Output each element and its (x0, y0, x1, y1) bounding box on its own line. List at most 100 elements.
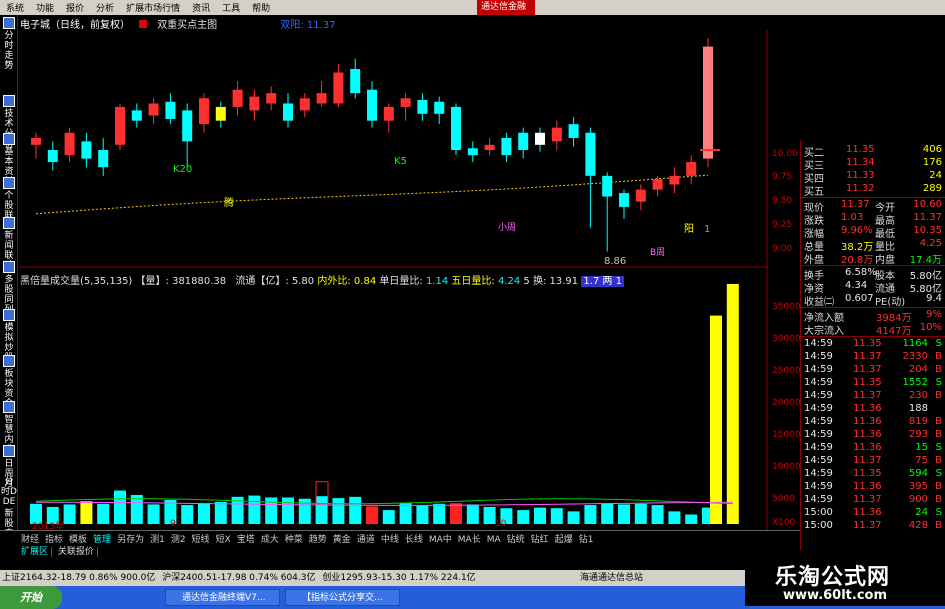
site-watermark: 乐淘公式网 www.60lt.com (745, 556, 945, 606)
candle-body (333, 72, 344, 104)
tick-side: S (935, 377, 942, 388)
menu-analysis[interactable]: 分析 (90, 1, 120, 14)
indicator-tab[interactable]: 测1 (147, 535, 168, 545)
indicator-tab[interactable]: 钻1 (576, 535, 597, 545)
calendar-icon (3, 445, 15, 457)
indicator-tab[interactable]: 黄金 (330, 535, 354, 545)
candle-body (148, 103, 159, 116)
indicator-tab[interactable]: MA长 (455, 535, 484, 545)
watermark-title: 乐淘公式网 (775, 565, 891, 590)
volume-indicator-name[interactable]: 黑倍量成交量(5,35,135) (20, 276, 132, 287)
quote-separator (801, 336, 945, 337)
tick-volume: 1164 (902, 338, 928, 349)
price-chart[interactable]: K20 K5 腾 8.86 小周 B周 阳 1 (20, 30, 768, 268)
volume-axis-unit: X100 (772, 518, 796, 528)
bid-row: 买二 11.35 406 (801, 144, 945, 159)
candle-body (518, 132, 529, 150)
volume-axis-label: 25000 (772, 366, 801, 376)
label-one: 1 (704, 224, 710, 235)
indicator-tab[interactable]: 宝塔 (234, 535, 258, 545)
left-tab-dde[interactable]: 分时DDE (1, 477, 17, 507)
stat2-label: 收益㈡ (804, 297, 834, 308)
left-tab-label: 分时走势 (4, 31, 14, 71)
bulb-icon (3, 401, 15, 413)
indicator-tab[interactable]: MA (484, 535, 504, 545)
tick-side: S (935, 338, 942, 349)
flow-label: 大宗流入 (804, 326, 844, 337)
tick-price: 11.37 (853, 390, 882, 401)
indicator-tab[interactable]: 短X (213, 535, 234, 545)
stat-value: 1.03 (841, 212, 864, 223)
tick-side: B (935, 416, 942, 427)
app-window: 系统 功能 报价 分析 扩展市场行情 资讯 工具 帮助 通达信金融 分时走势 技… (0, 0, 945, 609)
indicator-tab[interactable]: MA中 (426, 535, 455, 545)
indicator-tab[interactable]: 趋势 (306, 535, 330, 545)
label-xiaozhou: 小周 (498, 222, 516, 233)
tick-time: 14:59 (804, 364, 833, 375)
stat2-row: 换手 6.58% 股本 5.80亿 (801, 267, 945, 282)
tick-row: 14:59 11.35 1164 S (801, 338, 945, 351)
tick-price: 11.37 (853, 351, 882, 362)
task-tdx[interactable]: 通达信金融终端V7... (165, 589, 280, 606)
left-tab-label: 分时DDE (1, 477, 17, 507)
candle-body (535, 132, 545, 145)
candle-body (619, 193, 629, 207)
indicator-tab[interactable]: 测2 (168, 535, 189, 545)
candle-body (182, 110, 193, 142)
tick-volume: 900 (908, 494, 928, 505)
menu-function[interactable]: 功能 (30, 1, 60, 14)
bottom-tab-bar: 财经 指标 模板 管理 另存为 测1 测2 短线 短X 宝塔 成大 种菜 趋势 黄金 通道 中线 长线 MA中 MA… (0, 530, 800, 557)
tick-price: 11.36 (853, 403, 882, 414)
tick-time: 14:59 (804, 351, 833, 362)
stat-row: 涨幅 9.96% 最低 10.35 (801, 225, 945, 240)
tick-price: 11.37 (853, 364, 882, 375)
label-low-price: 8.86 (604, 256, 626, 267)
server-name[interactable]: 海通通达信总站 (580, 570, 643, 586)
extension-tabs: 扩展区 关联报价 (18, 544, 98, 557)
menu-system[interactable]: 系统 (0, 1, 30, 14)
candle-body (31, 137, 41, 145)
menu-help[interactable]: 帮助 (246, 1, 276, 14)
volume-axis-label: 35000 (772, 302, 801, 312)
tab-related-quote[interactable]: 关联报价 (54, 547, 98, 557)
indicator-tab[interactable]: 钻统 (504, 535, 528, 545)
candle-body (383, 106, 394, 121)
stat-value: 10.60 (913, 199, 942, 210)
volume-chart[interactable] (20, 268, 768, 530)
stat-value: 17.4万 (909, 255, 942, 266)
volume-axis-label: 10000 (772, 462, 801, 472)
candle-body (551, 127, 562, 142)
indicator-tab[interactable]: 另存为 (114, 535, 147, 545)
label-yang: 阳 (684, 223, 694, 235)
bid-volume: 176 (922, 157, 942, 168)
menu-quote[interactable]: 报价 (60, 1, 90, 14)
single-day-ratio-value: 1.14 (425, 276, 449, 287)
chart-icon (3, 17, 15, 29)
indicator-tab[interactable]: 中线 (378, 535, 402, 545)
stat-value: 4.25 (919, 238, 942, 249)
tick-price: 11.36 (853, 416, 882, 427)
indicator-tab[interactable]: 通道 (354, 535, 378, 545)
left-tab-timeshare[interactable]: 分时走势 (1, 17, 17, 71)
indicator-tab[interactable]: 种菜 (282, 535, 306, 545)
menu-news[interactable]: 资讯 (186, 1, 216, 14)
tick-side: B (935, 481, 942, 492)
task-formula[interactable]: 【指标公式分享交... (285, 589, 400, 606)
candle-body (115, 106, 125, 145)
menu-tools[interactable]: 工具 (216, 1, 246, 14)
tab-extension-area[interactable]: 扩展区 (18, 547, 53, 557)
indicator-tab[interactable]: 起爆 (552, 535, 576, 545)
indicator-tab[interactable]: 成大 (258, 535, 282, 545)
tick-time: 14:59 (804, 390, 833, 401)
menu-extended-market[interactable]: 扩展市场行情 (120, 1, 186, 14)
candle-body (484, 144, 495, 150)
tick-price: 11.36 (853, 481, 882, 492)
bid-volume: 406 (922, 144, 942, 155)
tick-price: 11.36 (853, 442, 882, 453)
indicator-tab[interactable]: 短线 (189, 535, 213, 545)
indicator-tab[interactable]: 钻红 (528, 535, 552, 545)
indicator-tab[interactable]: 长线 (402, 535, 426, 545)
start-button[interactable]: 开始 (0, 586, 62, 609)
tick-time: 14:59 (804, 416, 833, 427)
left-tab-multi[interactable]: 多股同列 (1, 261, 17, 315)
